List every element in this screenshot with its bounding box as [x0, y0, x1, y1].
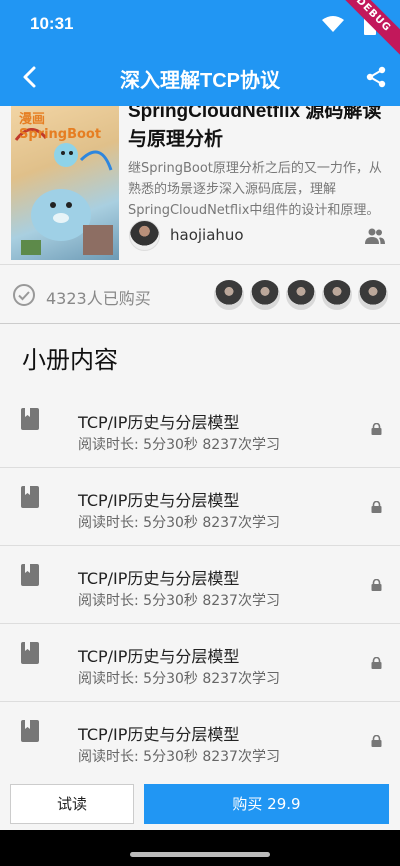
chapter-item[interactable]: TCP/IP历史与分层模型 阅读时长: 5分30秒 8237次学习	[0, 624, 400, 702]
chapter-meta: 阅读时长: 5分30秒 8237次学习	[78, 671, 280, 687]
book-info: 漫画SpringBoot SpringCloudNetflix 源码解读与原理分…	[0, 106, 400, 264]
chapter-title: TCP/IP历史与分层模型	[78, 569, 240, 588]
app-bar: 10:31 DEBUG 深入理解TCP协议	[0, 0, 400, 106]
author-avatar[interactable]	[129, 220, 160, 251]
buyer-avatar[interactable]	[319, 278, 354, 312]
book-icon	[21, 642, 39, 664]
lock-icon	[371, 657, 382, 669]
buyer-avatar[interactable]	[356, 278, 390, 312]
chapter-title: TCP/IP历史与分层模型	[78, 413, 240, 432]
chapter-item[interactable]: TCP/IP历史与分层模型 阅读时长: 5分30秒 8237次学习	[0, 702, 400, 780]
book-description: 继SpringBoot原理分析之后的又一力作，从熟悉的场景逐步深入源码底层，理解…	[128, 161, 382, 218]
chapter-item[interactable]: TCP/IP历史与分层模型 阅读时长: 5分30秒 8237次学习	[0, 468, 400, 546]
buyer-avatar[interactable]	[283, 278, 318, 312]
home-indicator[interactable]	[130, 852, 270, 857]
book-icon	[21, 486, 39, 508]
lock-icon	[371, 735, 382, 747]
check-circle-icon	[13, 284, 35, 306]
chapter-item[interactable]: TCP/IP历史与分层模型 阅读时长: 5分30秒 8237次学习	[0, 546, 400, 624]
section-title: 小册内容	[22, 347, 118, 374]
status-bar: 10:31 DEBUG	[0, 0, 400, 61]
book-icon	[21, 564, 39, 586]
book-icon	[21, 408, 39, 430]
chapter-title: TCP/IP历史与分层模型	[78, 725, 240, 744]
chapter-meta: 阅读时长: 5分30秒 8237次学习	[78, 515, 280, 531]
chapter-meta: 阅读时长: 5分30秒 8237次学习	[78, 437, 280, 453]
author-name[interactable]: haojiahuo	[170, 226, 244, 244]
toolbar: 深入理解TCP协议	[0, 48, 400, 106]
book-cover[interactable]: 漫画SpringBoot	[11, 106, 119, 260]
buyer-avatars	[211, 278, 390, 312]
book-title: SpringCloudNetflix 源码解读与原理分析	[128, 106, 382, 150]
page-title: 深入理解TCP协议	[120, 70, 280, 92]
chapter-item[interactable]: TCP/IP历史与分层模型 阅读时长: 5分30秒 8237次学习	[0, 390, 400, 468]
buyer-avatar[interactable]	[247, 278, 282, 312]
lock-icon	[371, 579, 382, 591]
status-time: 10:31	[30, 14, 74, 33]
chapter-title: TCP/IP历史与分层模型	[78, 491, 240, 510]
bottom-action-bar: 试读 购买 29.9	[0, 778, 400, 830]
lock-icon	[371, 501, 382, 513]
lock-icon	[371, 423, 382, 435]
chapter-title: TCP/IP历史与分层模型	[78, 647, 240, 666]
buyers-row: 4323人已购买	[0, 264, 400, 324]
group-icon[interactable]	[364, 228, 386, 244]
trial-read-button[interactable]: 试读	[10, 784, 134, 824]
chapter-meta: 阅读时长: 5分30秒 8237次学习	[78, 749, 280, 765]
system-nav-bar	[0, 830, 400, 866]
buyer-avatar[interactable]	[211, 278, 246, 312]
book-icon	[21, 720, 39, 742]
chapter-list: TCP/IP历史与分层模型 阅读时长: 5分30秒 8237次学习 TCP/IP…	[0, 390, 400, 780]
buyers-count: 4323人已购买	[46, 289, 151, 308]
chapter-meta: 阅读时长: 5分30秒 8237次学习	[78, 593, 280, 609]
cover-text: 漫画SpringBoot	[19, 112, 102, 142]
share-icon[interactable]	[364, 65, 388, 89]
buy-button[interactable]: 购买 29.9	[144, 784, 389, 824]
wifi-icon	[322, 16, 344, 32]
